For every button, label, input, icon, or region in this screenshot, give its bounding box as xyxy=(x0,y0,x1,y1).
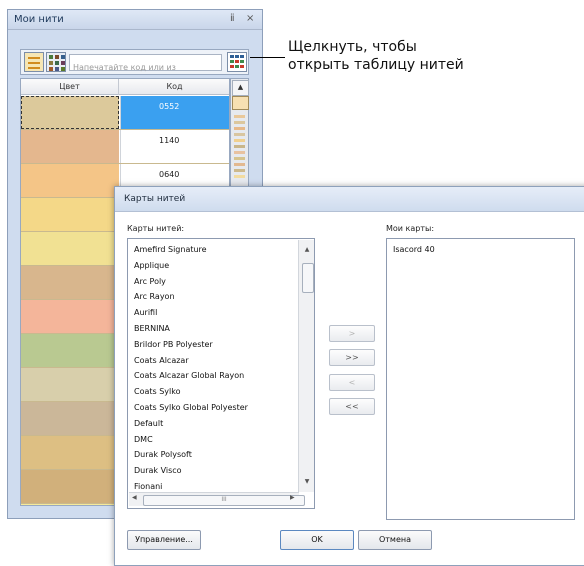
thread-charts-vscroll[interactable]: ▲ ▼ xyxy=(298,240,314,492)
column-header-color[interactable]: Цвет xyxy=(21,79,119,95)
cancel-button[interactable]: Отмена xyxy=(358,530,432,550)
column-header-code[interactable]: Код xyxy=(120,79,229,95)
thread-color-swatch xyxy=(21,96,119,129)
thread-code: 1140 xyxy=(120,130,229,163)
dialog-title-bar: Карты нитей xyxy=(115,187,584,212)
thread-color-swatch xyxy=(21,334,119,367)
thread-chart-item[interactable]: Durak Visco xyxy=(134,466,182,475)
thread-chart-item[interactable]: Coats Sylko xyxy=(134,387,181,396)
callout-text: Щелкнуть, чтобы открыть таблицу нитей xyxy=(288,39,464,73)
thread-chart-item[interactable]: Brildor PB Polyester xyxy=(134,340,213,349)
thread-chart-item[interactable]: Durak Polysoft xyxy=(134,450,192,459)
thread-search-field[interactable] xyxy=(69,54,222,75)
manage-button[interactable]: Управление... xyxy=(127,530,201,550)
close-icon[interactable]: × xyxy=(246,13,254,25)
thread-code: 0552 xyxy=(120,96,229,129)
thread-color-swatch xyxy=(21,436,119,469)
thread-chart-item[interactable]: Applique xyxy=(134,261,169,270)
thread-grid-header: Цвет Код xyxy=(21,79,229,95)
thread-chart-item[interactable]: Coats Sylko Global Polyester xyxy=(134,403,248,412)
remove-all-charts-button[interactable]: << xyxy=(329,398,375,415)
my-charts-label: Мои карты: xyxy=(386,224,435,233)
thread-search-input[interactable] xyxy=(70,60,221,75)
swatch-view-icon[interactable] xyxy=(46,52,66,72)
list-view-icon[interactable] xyxy=(24,52,44,72)
thread-chart-item[interactable]: Coats Alcazar Global Rayon xyxy=(134,371,244,380)
thread-chart-item[interactable]: Default xyxy=(134,419,163,428)
scroll-left-icon[interactable]: ◀ xyxy=(132,494,137,501)
panel-toolbar xyxy=(20,49,249,75)
thread-color-swatch xyxy=(21,164,119,197)
scroll-right-icon[interactable]: ▶ xyxy=(290,494,295,501)
add-chart-button[interactable]: > xyxy=(329,325,375,342)
scroll-thumb[interactable] xyxy=(302,263,314,293)
thread-chart-item[interactable]: Amefird Signature xyxy=(134,245,207,254)
dialog-title: Карты нитей xyxy=(124,194,186,204)
thread-chart-item[interactable]: BERNINA xyxy=(134,324,170,333)
thread-chart-item[interactable]: Arc Poly xyxy=(134,277,166,286)
thread-charts-hscroll[interactable]: ◀ III ▶ xyxy=(129,492,305,506)
thread-charts-list[interactable]: Amefird Signature Applique Arc Poly Arc Ray… xyxy=(127,238,315,509)
panel-title: Мои нити xyxy=(14,14,64,25)
thread-color-swatch xyxy=(21,232,119,265)
panel-title-bar: Мои нити ⅱ × xyxy=(8,10,262,30)
thread-charts-dialog: Карты нитей Карты нитей: Мои карты: Amef… xyxy=(114,186,584,566)
thread-color-swatch xyxy=(21,300,119,333)
thread-color-swatch xyxy=(21,504,119,505)
thread-chart-item[interactable]: Aurifil xyxy=(134,308,157,317)
scroll-up-icon[interactable]: ▲ xyxy=(301,246,313,256)
thread-color-swatch xyxy=(21,402,119,435)
thread-color-swatch xyxy=(21,198,119,231)
thread-color-swatch xyxy=(21,470,119,503)
my-charts-list[interactable]: Isacord 40 xyxy=(386,238,575,520)
thread-row[interactable]: 1140 xyxy=(21,130,229,164)
pin-icon[interactable]: ⅱ xyxy=(230,13,235,25)
add-all-charts-button[interactable]: >> xyxy=(329,349,375,366)
thread-color-swatch xyxy=(21,130,119,163)
scroll-down-icon[interactable]: ▼ xyxy=(301,478,313,488)
thread-chart-item[interactable]: Coats Alcazar xyxy=(134,356,189,365)
thread-chart-item[interactable]: DMC xyxy=(134,435,153,444)
thread-color-swatch xyxy=(21,368,119,401)
scroll-up-icon[interactable]: ▲ xyxy=(232,80,249,96)
thread-row[interactable]: 0552 xyxy=(21,96,229,130)
ok-button[interactable]: OK xyxy=(280,530,354,550)
scroll-thumb[interactable]: III xyxy=(143,495,305,506)
thread-chart-item[interactable]: Fionani xyxy=(134,482,162,491)
callout-leader-line xyxy=(250,57,285,58)
thread-color-swatch xyxy=(21,266,119,299)
thread-table-icon[interactable] xyxy=(227,52,247,72)
my-chart-item[interactable]: Isacord 40 xyxy=(393,245,435,254)
thread-charts-label: Карты нитей: xyxy=(127,224,185,233)
thread-chart-item[interactable]: Arc Rayon xyxy=(134,292,175,301)
scroll-thumb[interactable] xyxy=(232,96,249,110)
remove-chart-button[interactable]: < xyxy=(329,374,375,391)
